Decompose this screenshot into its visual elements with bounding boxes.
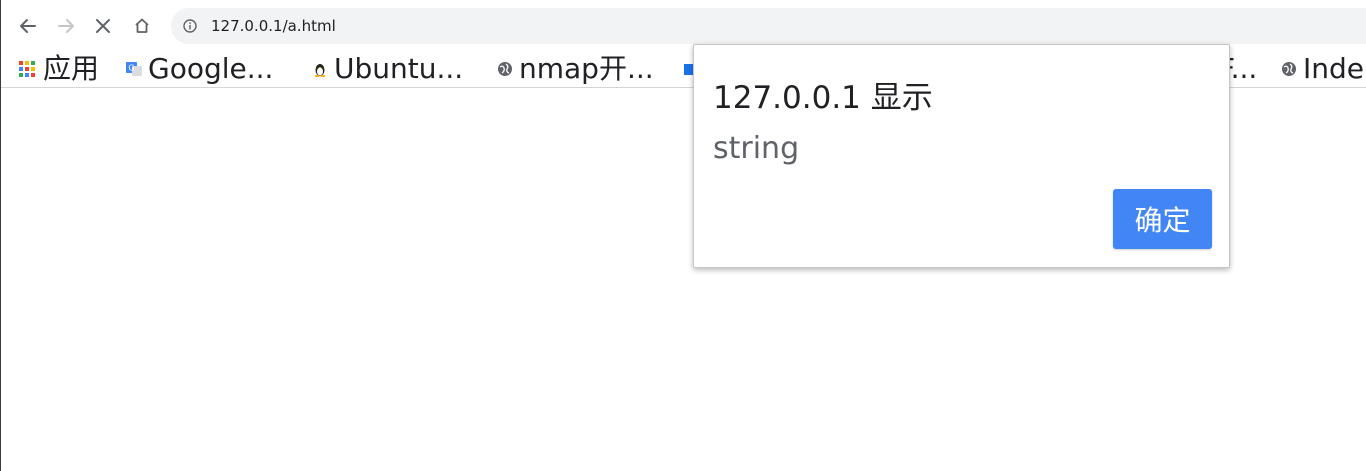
bookmark-label: Google... [148,52,274,85]
address-bar[interactable]: 127.0.0.1/a.html [171,8,1366,44]
dialog-title: 127.0.0.1 显示 [713,80,933,116]
back-button[interactable] [15,13,41,39]
browser-window: 127.0.0.1/a.html 应用 G Google... Ubuntu..… [0,0,1366,471]
stop-loading-button[interactable] [90,13,116,39]
apps-grid-icon [19,60,35,77]
bookmark-google[interactable]: G Google... [126,50,273,87]
bookmark-nmap[interactable]: nmap开... [497,50,654,87]
info-icon[interactable] [183,19,197,33]
home-button[interactable] [129,13,155,39]
google-translate-icon: G [126,61,142,76]
bookmark-ubuntu[interactable]: Ubuntu... [312,50,463,87]
bookmark-label: Inde [1303,52,1365,85]
bookmark-apps[interactable]: 应用 [19,50,99,87]
tux-icon [314,63,326,77]
globe-icon [1282,61,1296,76]
globe-icon [498,61,512,76]
svg-text:G: G [128,63,134,72]
forward-button[interactable] [53,13,79,39]
home-icon [135,18,149,33]
browser-toolbar: 127.0.0.1/a.html [1,0,1366,50]
dialog-message: string [713,131,800,166]
bookmark-label: nmap开... [519,52,654,85]
bookmark-label: 应用 [43,52,100,85]
ok-button[interactable]: 确定 [1113,189,1212,249]
alert-dialog: 127.0.0.1 显示 string 确定 [693,44,1230,268]
back-arrow-icon [20,19,36,33]
close-icon [96,19,110,33]
forward-arrow-icon [58,19,74,33]
url-text[interactable]: 127.0.0.1/a.html [211,17,336,35]
bookmark-index[interactable]: Inde [1281,50,1364,87]
bookmark-label: Ubuntu... [334,52,464,85]
